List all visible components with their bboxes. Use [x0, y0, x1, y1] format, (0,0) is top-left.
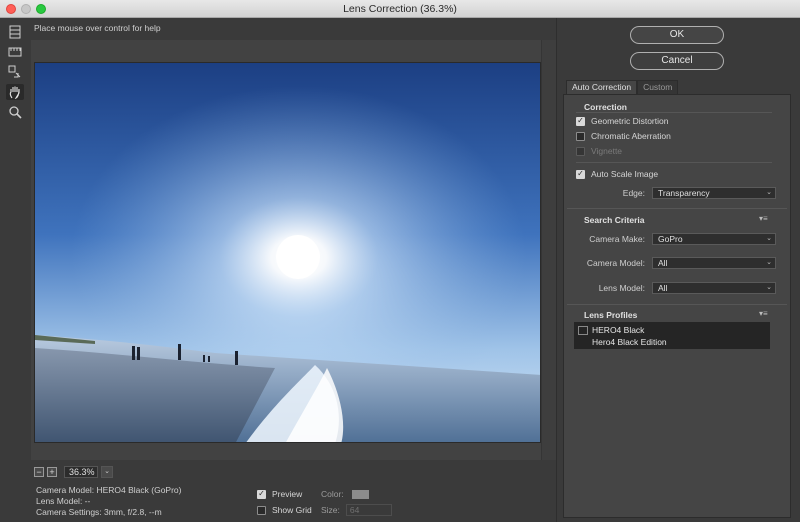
move-grid-tool-icon[interactable] [6, 64, 24, 80]
preview-options: ✓ Preview Show Grid [257, 486, 312, 518]
hand-tool-icon[interactable] [6, 84, 24, 100]
grid-color-swatch[interactable] [351, 489, 369, 499]
chevron-down-icon: ⌄ [766, 235, 772, 242]
auto-scale-label: Auto Scale Image [591, 169, 659, 179]
show-grid-label: Show Grid [272, 505, 312, 515]
title-bar: Lens Correction (36.3%) [0, 0, 800, 18]
lens-model-label: Lens Model: [598, 283, 645, 293]
lens-profiles-menu-icon[interactable]: ▾≡ [759, 309, 768, 318]
tab-auto-correction[interactable]: Auto Correction [566, 80, 638, 94]
geometric-distortion-row: ✓ Geometric Distortion [576, 116, 668, 126]
preview-checkbox[interactable]: ✓ [257, 489, 266, 499]
edge-select-value: Transparency [658, 188, 710, 198]
lens-profiles-heading: Lens Profiles [584, 310, 638, 320]
ok-button[interactable]: OK [630, 26, 724, 44]
divider [576, 112, 772, 113]
camera-model-label: Camera Model: [586, 258, 645, 268]
vignette-label: Vignette [591, 146, 623, 156]
cancel-button[interactable]: Cancel [630, 52, 724, 70]
zoom-tool-icon[interactable] [6, 104, 24, 120]
vignette-row: Vignette [576, 146, 622, 156]
image-info: Camera Model: HERO4 Black (GoPro) Lens M… [36, 485, 182, 518]
lens-model-select[interactable]: All ⌄ [652, 282, 776, 294]
geometric-distortion-checkbox[interactable]: ✓ [576, 116, 585, 126]
search-criteria-heading: Search Criteria [584, 215, 645, 225]
lens-model-text: Lens Model: -- [36, 496, 91, 506]
color-label: Color: [321, 489, 344, 499]
geometric-distortion-label: Geometric Distortion [591, 116, 669, 126]
chromatic-aberration-row: Chromatic Aberration [576, 131, 671, 141]
camera-model-select[interactable]: All ⌄ [652, 257, 776, 269]
zoom-out-button[interactable]: − [34, 467, 44, 477]
help-text: Place mouse over control for help [34, 23, 161, 33]
chromatic-aberration-label: Chromatic Aberration [591, 131, 671, 141]
show-grid-checkbox[interactable] [257, 505, 266, 515]
auto-scale-row: ✓ Auto Scale Image [576, 169, 658, 179]
grid-size-select[interactable]: 64 [345, 504, 392, 516]
vignette-checkbox[interactable] [576, 146, 585, 156]
profile-icon [578, 326, 588, 335]
lens-profile-list[interactable]: HERO4 Black Hero4 Black Edition [574, 322, 770, 349]
auto-scale-checkbox[interactable]: ✓ [576, 169, 585, 179]
zoom-level-field[interactable]: 36.3% [64, 466, 98, 478]
straighten-tool-icon[interactable] [6, 44, 24, 60]
camera-model-value: All [658, 258, 668, 268]
preview-label: Preview [272, 489, 303, 499]
divider [576, 162, 772, 163]
chromatic-aberration-checkbox[interactable] [576, 131, 585, 141]
chevron-down-icon: ⌄ [766, 284, 772, 291]
profile-item-model[interactable]: HERO4 Black [592, 325, 644, 335]
correction-heading: Correction [584, 102, 627, 112]
edge-select[interactable]: Transparency ⌄ [652, 187, 776, 199]
divider [567, 304, 787, 305]
zoom-in-button[interactable]: + [47, 467, 57, 477]
zoom-dropdown-button[interactable]: ⌄ [101, 466, 113, 478]
remove-distortion-tool-icon[interactable] [6, 24, 24, 40]
tab-bar: Auto Correction Custom [566, 80, 679, 94]
zoom-controls: − + 36.3% ⌄ [34, 466, 113, 478]
grid-options: Color: Size: 64 [321, 486, 392, 518]
preview-image[interactable] [34, 62, 541, 443]
auto-correction-panel [563, 94, 791, 518]
chevron-down-icon: ⌄ [766, 259, 772, 266]
canvas-scrollbar[interactable] [541, 40, 556, 460]
search-criteria-menu-icon[interactable]: ▾≡ [759, 214, 768, 223]
camera-settings-text: Camera Settings: 3mm, f/2.8, --m [36, 507, 162, 517]
camera-make-label: Camera Make: [589, 234, 645, 244]
profile-item-edition[interactable]: Hero4 Black Edition [592, 337, 667, 347]
tool-palette [6, 24, 26, 124]
camera-make-select[interactable]: GoPro ⌄ [652, 233, 776, 245]
divider [567, 208, 787, 209]
edge-label: Edge: [622, 188, 645, 198]
size-label: Size: [321, 505, 340, 515]
lens-model-value: All [658, 283, 668, 293]
camera-model-text: Camera Model: HERO4 Black (GoPro) [36, 485, 182, 495]
tab-custom[interactable]: Custom [637, 80, 679, 94]
window-title: Lens Correction (36.3%) [343, 3, 457, 15]
camera-make-value: GoPro [658, 234, 683, 244]
chevron-down-icon: ⌄ [766, 189, 772, 196]
